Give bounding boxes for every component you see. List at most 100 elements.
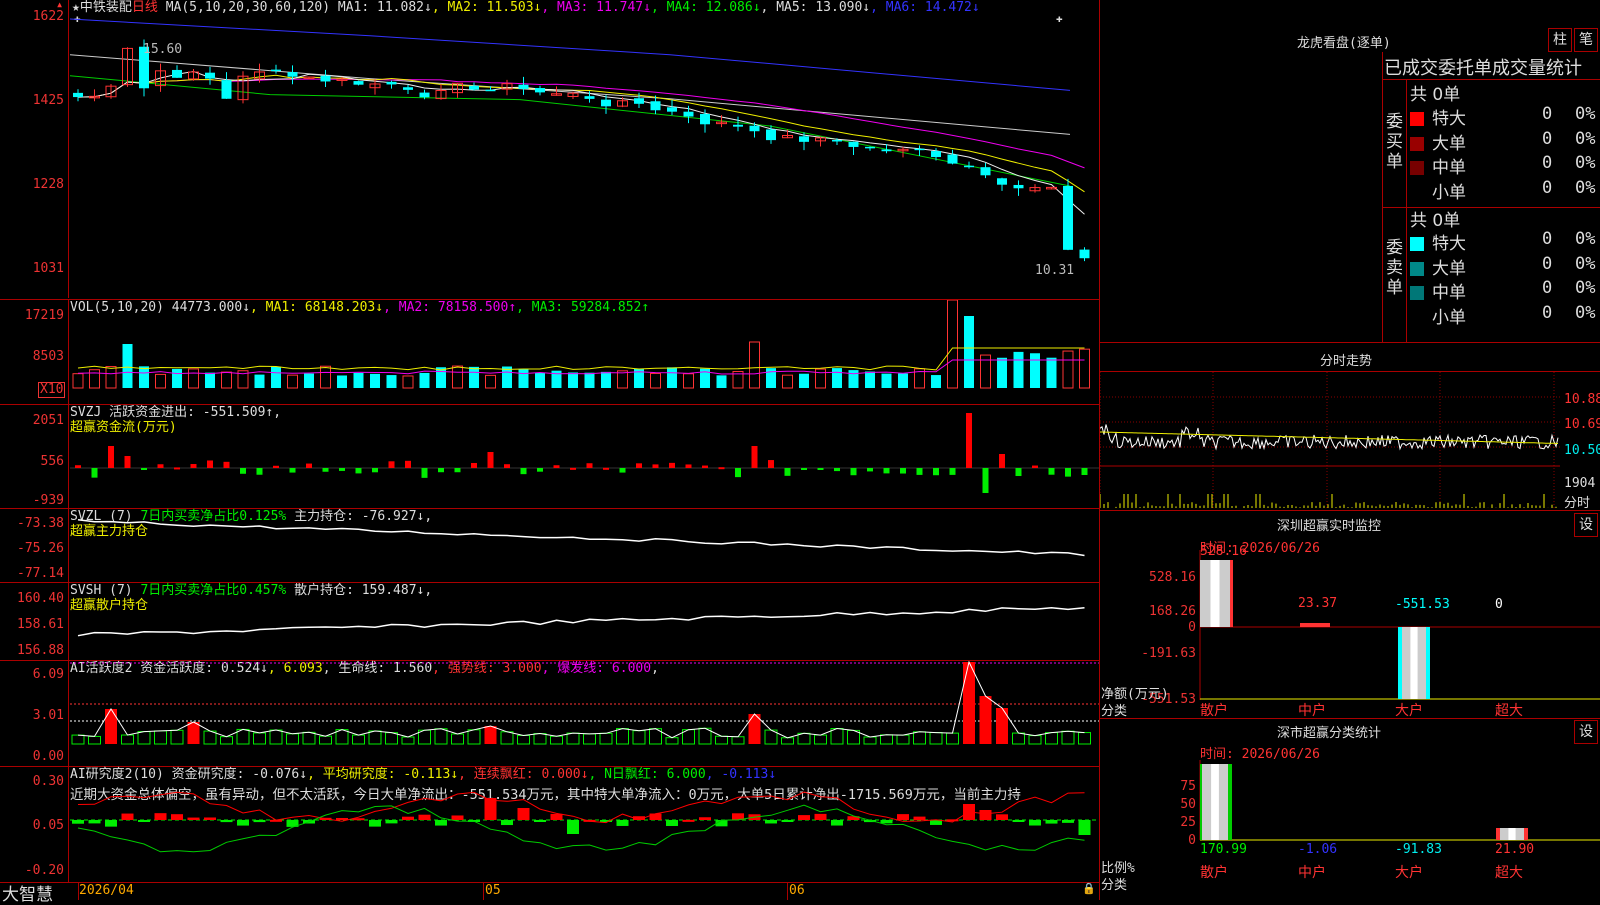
candle-body <box>667 107 677 112</box>
candle-body <box>485 89 496 92</box>
research-bar <box>649 813 662 820</box>
sz-monitor-value: 23.37 <box>1298 596 1337 611</box>
volume-bar <box>584 372 595 388</box>
sz-monitor-chart[interactable]: 528.16168.260-191.63-551.53528.1623.37 -5… <box>1100 540 1600 720</box>
volume-bar <box>1062 350 1074 389</box>
order-row: 中单 <box>1410 153 1466 178</box>
flow-bar <box>1065 468 1071 477</box>
volume-bar <box>320 365 331 389</box>
activity-bar <box>946 732 959 745</box>
volume-bar <box>947 300 958 389</box>
research-bar <box>666 820 678 827</box>
volume-bar <box>122 344 133 388</box>
activity-bar <box>814 734 827 745</box>
intraday-chart[interactable] <box>1100 372 1560 510</box>
research-bar <box>913 816 926 820</box>
research-bar <box>682 819 695 822</box>
candle-body <box>733 124 743 127</box>
flow-bar <box>817 468 824 470</box>
activity-bar <box>550 735 563 745</box>
research-bar <box>534 820 546 822</box>
volume-ma-line <box>77 347 1085 371</box>
research-bar <box>765 820 777 824</box>
price-axis-label: 1622 <box>32 9 64 24</box>
activity-bar <box>616 728 629 745</box>
flow-bar <box>570 467 576 470</box>
flow-bar <box>306 463 312 468</box>
volume-chart[interactable] <box>70 300 1100 404</box>
volume-bar <box>931 375 941 388</box>
candle-body <box>1079 249 1090 259</box>
sz-class-axis-label: 25 <box>1180 815 1196 830</box>
activity-bar <box>500 731 514 745</box>
sz-class-chart[interactable]: 75 50 25 0 170.99 -1.06 -91.83 21.90 散户 中户 大户 超大 <box>1100 740 1600 900</box>
candle-body <box>964 165 974 168</box>
research-line <box>77 791 1085 824</box>
retail-position-chart[interactable] <box>70 583 1100 660</box>
research-bar <box>237 820 249 826</box>
flow-bar <box>553 465 560 468</box>
order-count: 0 <box>1542 253 1553 274</box>
flow-bar <box>850 468 857 476</box>
candle-body <box>584 96 595 99</box>
volume-bar <box>683 373 694 389</box>
flow-bar <box>801 468 807 470</box>
candlestick-chart[interactable] <box>70 14 1100 299</box>
flow-bar <box>834 468 840 472</box>
column-view-button[interactable]: 柱 <box>1548 28 1572 52</box>
header-value: , MA4: 12.086↓ <box>650 0 761 15</box>
activity-bar <box>170 729 184 745</box>
research-bar <box>451 815 464 820</box>
flow-bar <box>91 468 98 478</box>
volume-bar <box>749 341 760 389</box>
activity-bar <box>583 733 596 745</box>
tick-view-button[interactable]: 笔 <box>1574 28 1598 52</box>
expand-toggle[interactable]: ▴ <box>56 0 63 11</box>
volume-bar <box>271 366 281 388</box>
research-bar <box>699 817 711 820</box>
candle-body <box>518 84 529 89</box>
activity-bar <box>385 732 398 745</box>
flow-bar <box>916 468 923 475</box>
sz-class-value: 21.90 <box>1495 842 1534 857</box>
flow-bar <box>1032 465 1038 468</box>
flow-bar <box>421 468 428 478</box>
activity-bar <box>352 734 365 745</box>
volume-bar <box>370 373 380 388</box>
svsh-axis-label: 156.88 <box>17 643 64 658</box>
volume-bar <box>815 368 826 389</box>
volume-bar <box>799 373 809 388</box>
capital-flow-chart[interactable] <box>70 405 1100 508</box>
volume-bar <box>518 368 529 388</box>
volume-bar <box>1030 353 1040 388</box>
svzl-axis-label: -77.14 <box>17 566 64 581</box>
candle-body <box>353 81 364 85</box>
volume-bar <box>865 371 875 388</box>
activity-bar <box>302 731 316 745</box>
period-label[interactable]: 日线 <box>132 0 158 15</box>
sz-monitor-value: 528.16 <box>1200 544 1247 559</box>
ai-activity-chart[interactable] <box>70 661 1100 766</box>
lock-icon[interactable]: 🔒 <box>1082 882 1096 895</box>
svsh-axis-label: 160.40 <box>17 591 64 606</box>
research-bar <box>880 820 893 824</box>
header-value: , MA2: 11.503↓ <box>431 0 542 15</box>
flow-bar <box>223 461 230 468</box>
flow-bar <box>438 468 444 473</box>
volume-bar <box>469 366 479 388</box>
order-percent: 0% <box>1575 302 1596 323</box>
category-label: 大户 <box>1395 864 1423 881</box>
sz-monitor-value: 0 <box>1495 597 1503 612</box>
main-chart-area[interactable]: 1622 1425 1228 1031 ▴ ★中铁装配日线 MA(5,10,20… <box>0 0 1100 905</box>
research-bar <box>72 820 84 824</box>
candle-body <box>881 149 892 152</box>
research-bar <box>88 820 101 824</box>
main-position-chart[interactable] <box>70 509 1100 582</box>
ai-research-chart[interactable] <box>70 767 1100 882</box>
app-logo[interactable]: 大智慧 <box>2 880 53 905</box>
sz-monitor-settings-button[interactable]: 设 <box>1574 513 1598 537</box>
research-bar <box>171 814 183 820</box>
date-label: 05 <box>485 883 501 898</box>
research-bar <box>418 814 431 820</box>
candle-body <box>271 69 281 72</box>
